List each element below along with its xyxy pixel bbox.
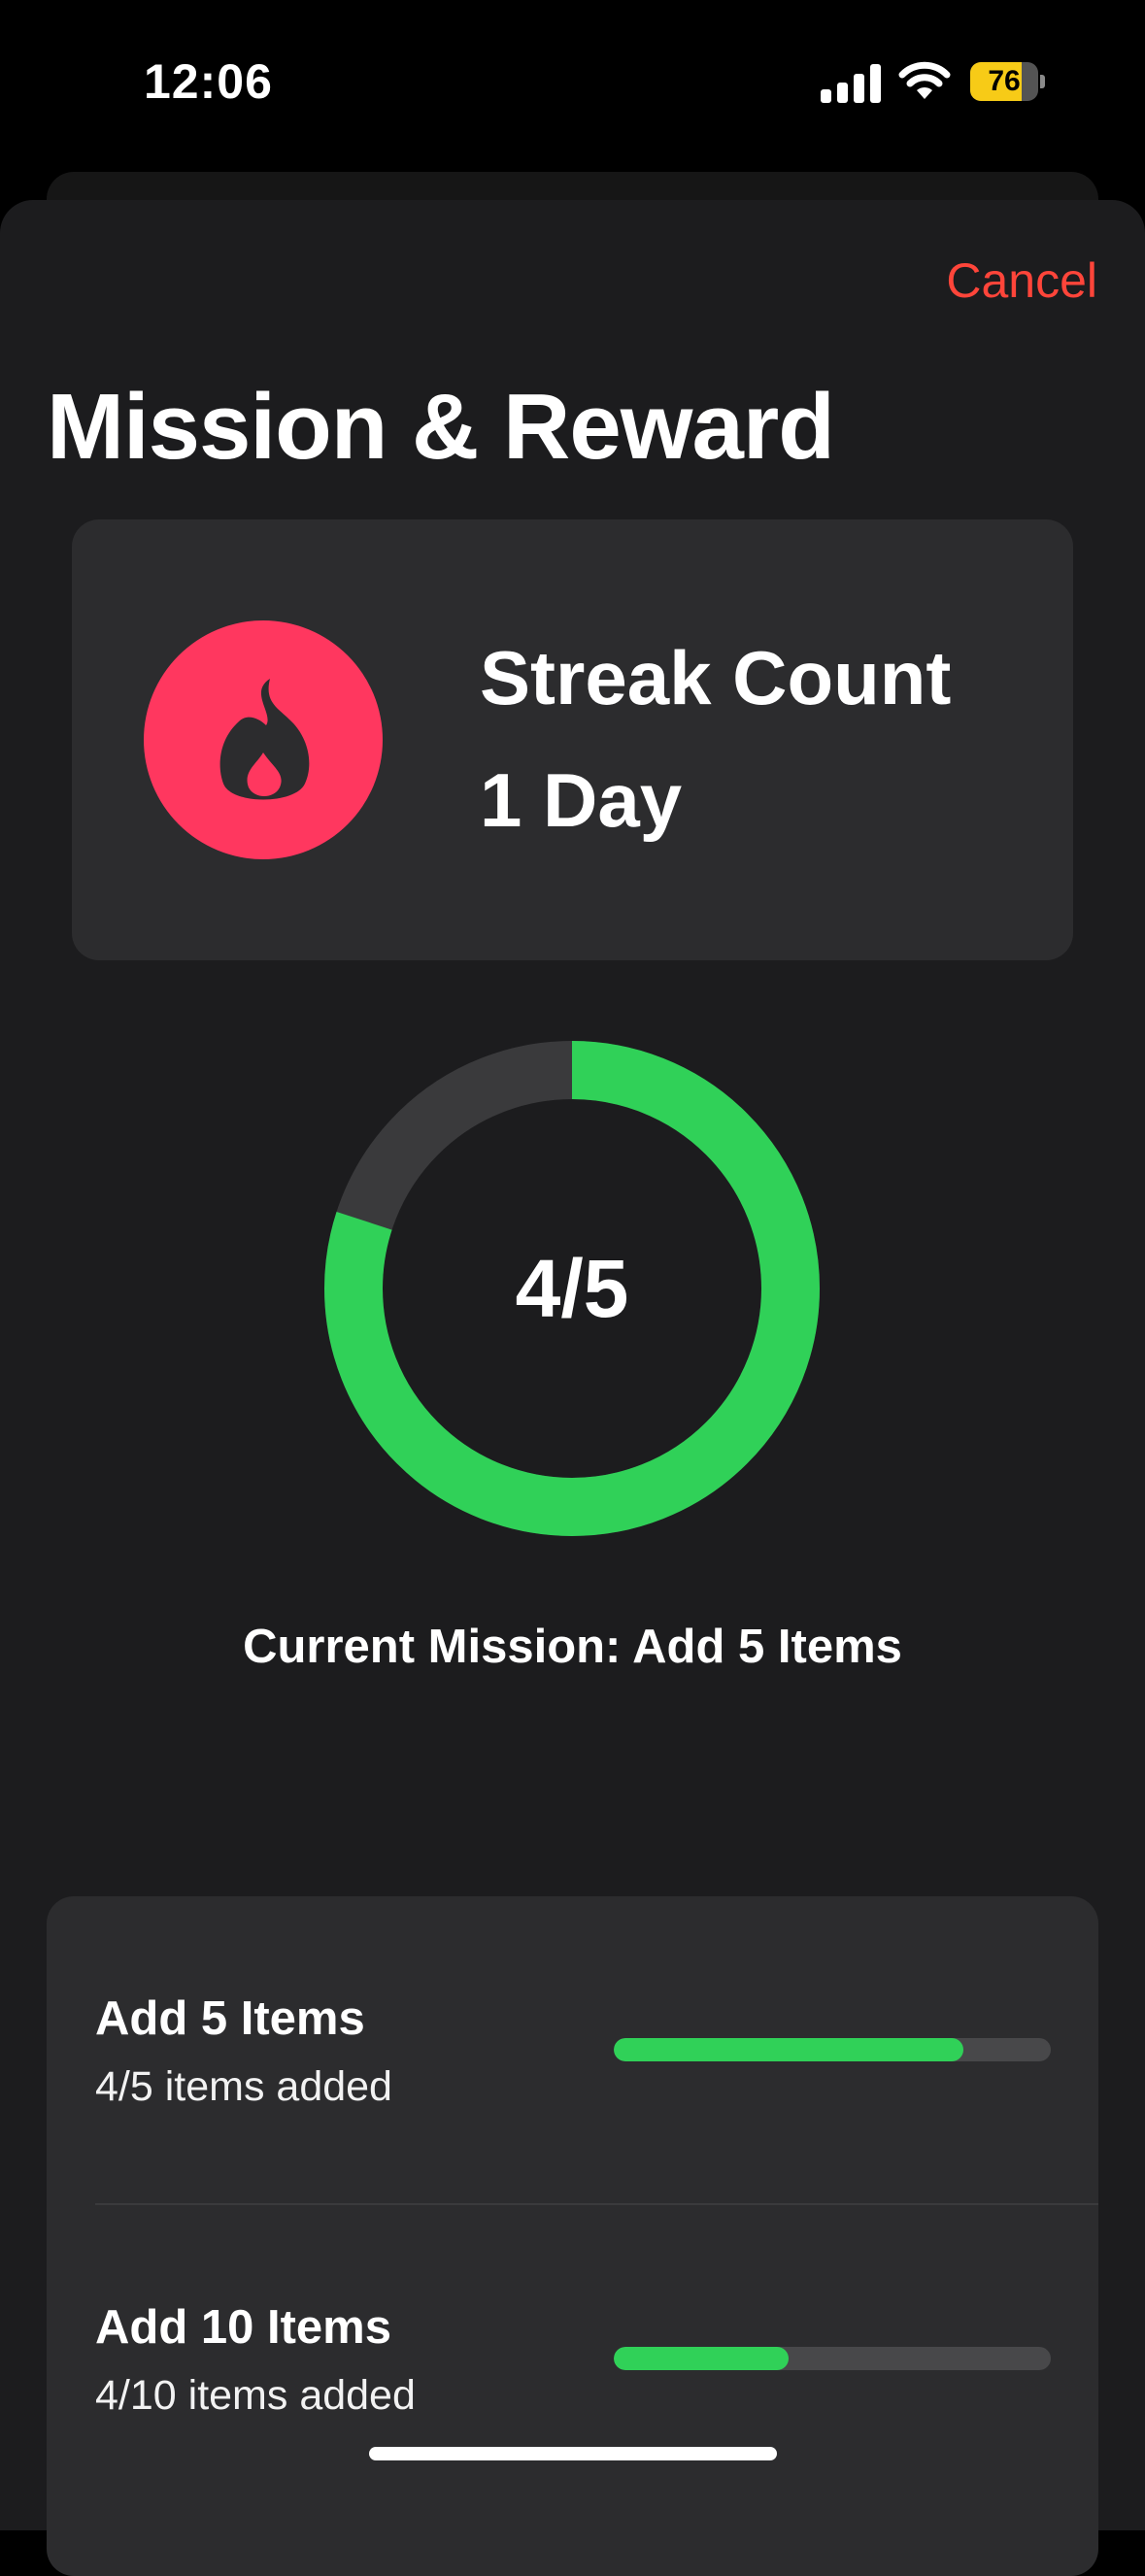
list-item-mission[interactable]: Add 10 Items 4/10 items added — [47, 2205, 1098, 2512]
mission-title: Add 10 Items — [95, 2301, 391, 2354]
cellular-signal-icon — [821, 64, 881, 103]
flame-icon — [219, 679, 310, 800]
status-time: 12:06 — [144, 54, 273, 109]
ring-progress-label: 4/5 — [515, 1243, 629, 1334]
battery-icon: 76 — [970, 62, 1045, 101]
mission-progress-fill — [614, 2347, 789, 2370]
mission-title: Add 5 Items — [95, 1992, 365, 2045]
current-mission-text: Current Mission: Add 5 Items — [243, 1621, 902, 1673]
mission-subtitle: 4/5 items added — [95, 2063, 392, 2110]
list-item-mission[interactable]: Add 5 Items 4/5 items added — [47, 1896, 1098, 2205]
battery-percent: 76 — [988, 65, 1021, 97]
cancel-button[interactable]: Cancel — [946, 252, 1097, 309]
missions-list: Add 5 Items 4/5 items added Add 10 Items… — [47, 1896, 1098, 2576]
wifi-icon — [898, 61, 951, 99]
streak-card: Streak Count 1 Day — [72, 519, 1073, 960]
mission-progress-bar — [614, 2038, 1051, 2061]
status-bar: 12:06 76 — [0, 0, 1145, 165]
home-indicator — [369, 2447, 777, 2460]
page-title: Mission & Reward — [47, 375, 835, 479]
streak-value: 1 Day — [480, 757, 683, 843]
mission-progress-fill — [614, 2038, 963, 2061]
streak-badge — [144, 620, 383, 859]
mission-progress-bar — [614, 2347, 1051, 2370]
streak-label: Streak Count — [480, 635, 952, 720]
mission-subtitle: 4/10 items added — [95, 2372, 416, 2419]
